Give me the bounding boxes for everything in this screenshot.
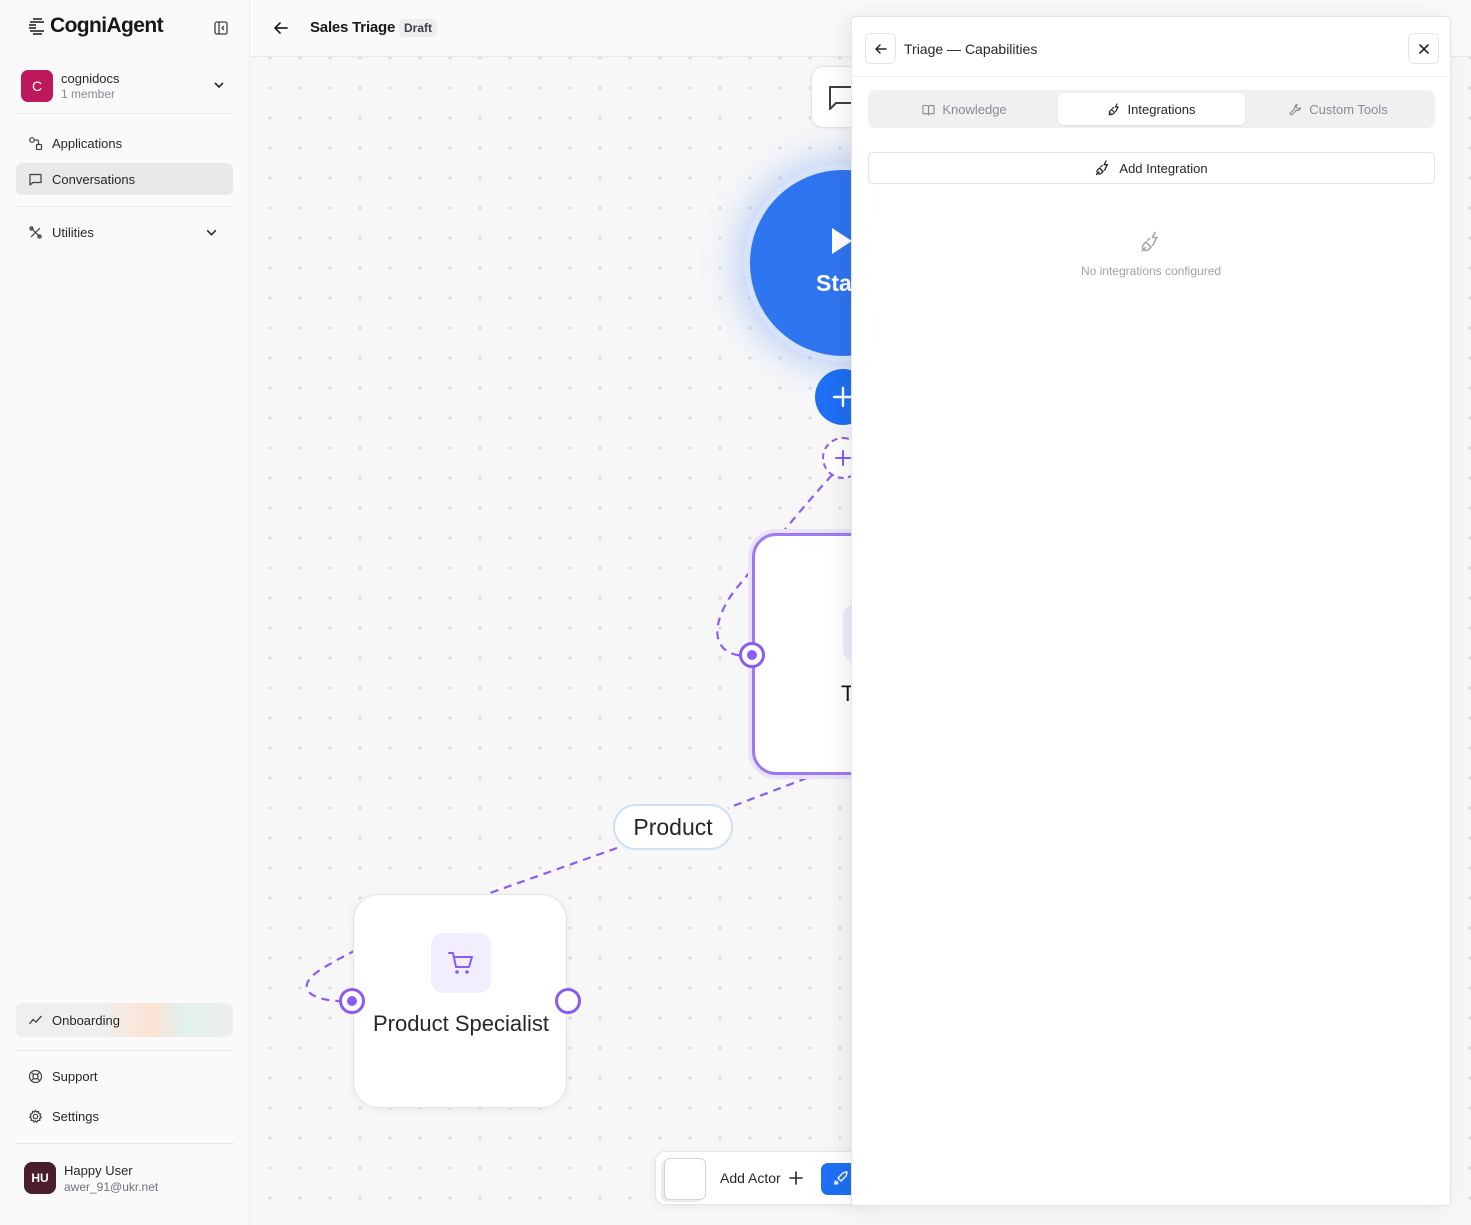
product-input-handle[interactable] bbox=[339, 988, 365, 1014]
nav-settings-label: Settings bbox=[52, 1108, 99, 1124]
chat-icon bbox=[29, 173, 42, 186]
rocket-icon bbox=[834, 1171, 848, 1185]
utilities-icon bbox=[29, 225, 42, 239]
actor-thumbnail[interactable] bbox=[664, 1158, 706, 1200]
plug-icon bbox=[1141, 231, 1159, 252]
onboarding-chart-icon bbox=[28, 1015, 42, 1024]
start-node-label: Sta bbox=[816, 270, 852, 296]
panel-title: Triage — Capabilities bbox=[904, 41, 1038, 57]
nav-applications-label: Applications bbox=[52, 135, 123, 151]
avatar: HU bbox=[24, 1162, 56, 1194]
arrow-left-icon[interactable] bbox=[272, 19, 290, 37]
divider bbox=[16, 206, 234, 207]
nav-support[interactable]: Support bbox=[16, 1060, 233, 1092]
tab-knowledge-label: Knowledge bbox=[942, 101, 1007, 117]
cart-icon bbox=[448, 952, 473, 974]
add-actor-label: Add Actor bbox=[720, 1170, 781, 1186]
brand-name: CogniAgent bbox=[50, 14, 164, 37]
org-member-count: 1 member bbox=[61, 86, 116, 101]
sidebar: CogniAgent C cognidocs 1 member Applicat… bbox=[0, 0, 250, 1225]
user-name: Happy User bbox=[64, 1162, 133, 1178]
capabilities-tabs: Knowledge Integrations Custom Tools bbox=[868, 90, 1435, 128]
panel-header: Triage — Capabilities bbox=[852, 17, 1450, 77]
panel-back-button[interactable] bbox=[865, 33, 896, 64]
close-icon bbox=[1419, 44, 1429, 54]
user-email: awer_91@ukr.net bbox=[64, 1179, 159, 1194]
chevron-down-icon bbox=[206, 229, 217, 236]
tab-custom-tools[interactable]: Custom Tools bbox=[1245, 93, 1432, 125]
arrow-left-icon bbox=[875, 44, 887, 54]
edge-label-product[interactable]: Product bbox=[613, 804, 733, 850]
capabilities-panel: Triage — Capabilities Knowledge Integrat… bbox=[851, 16, 1451, 1206]
plus-icon bbox=[788, 1171, 803, 1185]
nav-conversations-label: Conversations bbox=[52, 171, 136, 187]
panel-close-button[interactable] bbox=[1408, 33, 1439, 64]
tab-knowledge[interactable]: Knowledge bbox=[871, 93, 1058, 125]
status-badge: Draft bbox=[399, 19, 438, 37]
product-specialist-node[interactable]: Product Specialist bbox=[353, 894, 567, 1108]
add-integration-button[interactable]: Add Integration bbox=[868, 152, 1435, 184]
nav-applications[interactable]: Applications bbox=[16, 127, 233, 159]
plug-icon bbox=[1096, 160, 1109, 176]
canvas-toolbar: Add Actor bbox=[655, 1151, 875, 1205]
nav-utilities-label: Utilities bbox=[52, 224, 94, 240]
divider bbox=[16, 1050, 234, 1051]
plug-icon bbox=[1107, 102, 1119, 116]
divider bbox=[16, 1143, 234, 1144]
collapse-sidebar-icon[interactable] bbox=[214, 21, 228, 35]
product-node-label: Product Specialist bbox=[372, 1011, 550, 1036]
nav-conversations[interactable]: Conversations bbox=[16, 163, 233, 195]
plus-icon bbox=[835, 450, 851, 466]
empty-state-message: No integrations configured bbox=[1080, 264, 1222, 278]
tab-custom-tools-label: Custom Tools bbox=[1309, 101, 1388, 117]
logo-mark-icon bbox=[29, 18, 44, 35]
applications-icon bbox=[29, 136, 43, 150]
divider bbox=[16, 113, 234, 114]
org-switcher[interactable]: C cognidocs 1 member bbox=[16, 63, 234, 109]
org-name: cognidocs bbox=[61, 70, 120, 86]
tab-integrations-label: Integrations bbox=[1127, 101, 1196, 117]
triage-input-handle[interactable] bbox=[739, 642, 765, 668]
tab-integrations[interactable]: Integrations bbox=[1058, 93, 1245, 125]
brand-logo[interactable]: CogniAgent bbox=[27, 14, 164, 38]
product-node-icon-box bbox=[431, 933, 491, 993]
nav-support-label: Support bbox=[52, 1068, 98, 1084]
user-menu[interactable]: HU Happy User awer_91@ukr.net bbox=[16, 1153, 234, 1203]
book-icon bbox=[922, 104, 935, 116]
add-actor-button[interactable]: Add Actor bbox=[720, 1170, 803, 1186]
nav-onboarding-label: Onboarding bbox=[52, 1012, 120, 1028]
product-output-handle[interactable] bbox=[555, 988, 581, 1014]
page-title: Sales Triage bbox=[310, 19, 396, 36]
add-integration-label: Add Integration bbox=[1119, 160, 1208, 176]
chevron-down-icon bbox=[214, 82, 224, 89]
nav-utilities[interactable]: Utilities bbox=[16, 216, 233, 248]
nav-onboarding[interactable]: Onboarding bbox=[16, 1003, 233, 1037]
support-icon bbox=[28, 1069, 43, 1083]
wrench-icon bbox=[1289, 103, 1302, 115]
settings-icon bbox=[28, 1108, 43, 1123]
nav-settings[interactable]: Settings bbox=[16, 1100, 233, 1132]
org-avatar: C bbox=[21, 70, 53, 102]
